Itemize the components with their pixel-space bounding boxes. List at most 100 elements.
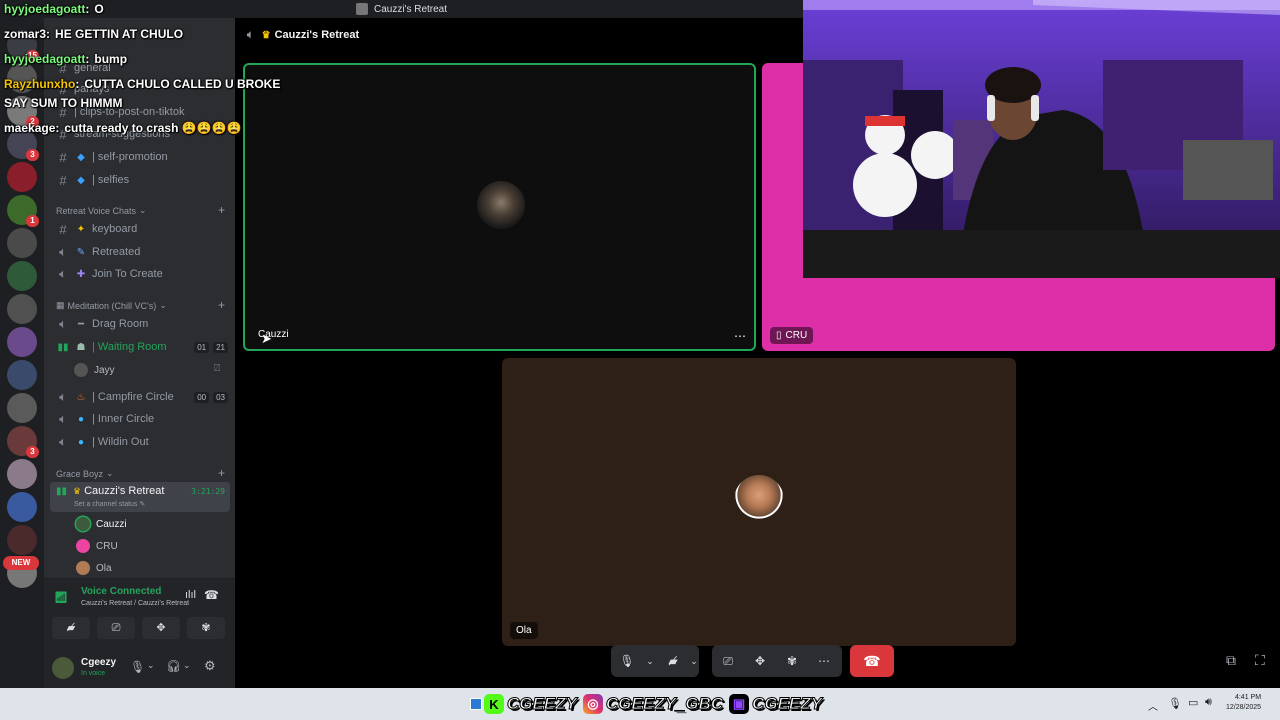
voice-member-ola[interactable]: Ola xyxy=(76,559,112,577)
server-icon[interactable] xyxy=(7,327,37,357)
server-icon[interactable] xyxy=(7,525,37,555)
audio-controls: 🎙︎ ⌄ ▰̸ ⌄ xyxy=(611,645,699,677)
camera-off-button[interactable]: ▰̸ xyxy=(52,617,90,639)
camera-off-button[interactable]: ▰̸ xyxy=(657,645,689,677)
channel-waiting-room[interactable]: ▮▮ ☗ | Waiting Room 01 21 xyxy=(56,337,228,357)
chat-text: O xyxy=(94,2,104,16)
channel-wildin-out[interactable]: 🔈︎ ● | Wildin Out xyxy=(56,432,228,452)
network-icon[interactable]: ▭ xyxy=(1188,696,1198,709)
noise-suppression-icon[interactable]: ılıl xyxy=(185,589,196,601)
speaker-icon: 🔈︎ xyxy=(59,266,67,281)
chat-message: hyyjoedagoatt: O xyxy=(4,2,104,16)
voice-member-cauzzi[interactable]: Cauzzi xyxy=(76,515,127,533)
hangup-button[interactable]: ☎ xyxy=(850,645,894,677)
user-panel: Cgeezy In voice 🎙︎ ⌄ 🎧︎ ⌄ ⚙ xyxy=(44,650,235,688)
server-icon[interactable] xyxy=(7,162,37,192)
dash-icon: ━ xyxy=(77,318,85,330)
chat-message: zomar3: HE GETTIN AT CHULO xyxy=(4,27,183,41)
channel-retreated[interactable]: 🔈︎ ✎ Retreated xyxy=(56,242,228,262)
active-voice-channel[interactable]: ▮▮ ♛ Cauzzi's Retreat 3:21:29 Set a chan… xyxy=(50,482,230,512)
participant-tile-cauzzi[interactable]: Cauzzi ⋯ ➤ xyxy=(243,63,756,351)
server-icon xyxy=(355,3,368,15)
chat-text: cutta ready to crash 😩😩😩😩 xyxy=(64,121,242,135)
channel-campfire-circle[interactable]: 🔈︎ ♨ | Campfire Circle 00 03 xyxy=(56,387,228,407)
headphones-icon[interactable]: 🎧︎ xyxy=(166,659,181,673)
channel-header: 🔈︎ ♛ Cauzzi's Retreat xyxy=(235,18,805,52)
channel-drag-room[interactable]: 🔈︎ ━ Drag Room xyxy=(56,314,228,334)
add-channel-icon[interactable]: + xyxy=(218,466,225,480)
activities-button[interactable]: ✥ xyxy=(744,645,776,677)
hash-icon: # xyxy=(59,149,67,165)
volume-icon[interactable]: 🔊︎ xyxy=(1205,696,1212,709)
microphone-icon[interactable]: 🎙︎ xyxy=(130,660,145,674)
server-icon[interactable] xyxy=(7,228,37,258)
chevron-down-icon[interactable]: ⌄ xyxy=(183,660,191,671)
channel-inner-circle[interactable]: 🔈︎ ● | Inner Circle xyxy=(56,409,228,429)
channel-title: Cauzzi's Retreat xyxy=(274,29,360,41)
category-meditation[interactable]: ▦ Meditation (Chill VC's) ⌄ xyxy=(56,300,167,311)
channel-keyboard[interactable]: # ✦ keyboard xyxy=(56,219,228,239)
category-icon: ▦ xyxy=(56,300,65,310)
speaker-icon: 🔈︎ xyxy=(59,316,67,331)
streamer-webcam xyxy=(803,0,1280,278)
clock[interactable]: 4:41 PM 12/28/2025 xyxy=(1226,693,1261,713)
soundboard-button[interactable]: ✾ xyxy=(187,617,225,639)
chat-separator: : xyxy=(85,2,90,16)
avatar[interactable] xyxy=(52,657,74,679)
voice-member-cru[interactable]: CRU xyxy=(76,537,118,555)
activities-button[interactable]: ✥ xyxy=(142,617,180,639)
mute-slash-icon: ⍁ xyxy=(214,363,220,374)
sparkle-icon: ✦ xyxy=(76,223,86,235)
server-icon[interactable]: 1 xyxy=(7,195,39,227)
chat-text: bump xyxy=(94,52,128,66)
participant-tile-ola[interactable]: Ola xyxy=(502,358,1016,646)
server-icon[interactable] xyxy=(7,459,37,489)
user-limit: 21 xyxy=(213,341,228,353)
channel-status-link[interactable]: Set a channel status ✎ xyxy=(74,500,145,508)
social-handles: K CGEEZY ◎ CGEEZY_GBC ▣ CGEEZY xyxy=(470,693,822,715)
voice-member[interactable]: Jayy xyxy=(74,361,115,379)
microphone-icon[interactable]: 🎙︎ xyxy=(1168,697,1182,710)
server-icon[interactable] xyxy=(7,360,37,390)
chevron-down-icon[interactable]: ⌄ xyxy=(689,645,699,677)
category-retreat-voice-chats[interactable]: Retreat Voice Chats ⌄ xyxy=(56,205,147,216)
soundboard-button[interactable]: ✾ xyxy=(776,645,808,677)
channel-self-promotion[interactable]: # ◆ | self-promotion xyxy=(56,147,228,167)
gear-icon[interactable]: ⚙ xyxy=(204,658,216,674)
channel-join-to-create[interactable]: 🔈︎ ✚ Join To Create xyxy=(56,264,228,284)
voice-location[interactable]: Cauzzi's Retreat / Cauzzi's Retreat xyxy=(81,600,189,607)
chevron-down-icon[interactable]: ⌄ xyxy=(643,645,657,677)
category-grace-boyz[interactable]: Grace Boyz ⌄ xyxy=(56,468,114,479)
participant-name: ▯ CRU xyxy=(770,327,814,344)
popout-icon[interactable]: ⧉ xyxy=(1226,652,1236,669)
window-title: Cauzzi's Retreat xyxy=(373,3,448,15)
more-options-icon[interactable]: ⋯ xyxy=(734,329,746,343)
activity-controls: ⎚ ✥ ✾ ⋯ xyxy=(712,645,842,677)
sound-active-icon: ▮▮ xyxy=(57,341,69,353)
server-icon[interactable] xyxy=(7,492,37,522)
plus-icon: ✚ xyxy=(76,268,86,280)
more-options-button[interactable]: ⋯ xyxy=(808,645,840,677)
disconnect-icon[interactable]: ☎ xyxy=(204,588,219,602)
server-icon[interactable] xyxy=(7,261,37,291)
add-channel-icon[interactable]: + xyxy=(218,298,225,312)
add-channel-icon[interactable]: + xyxy=(218,203,225,217)
tray-chevron-icon[interactable]: ︿ xyxy=(1148,698,1158,713)
server-icon[interactable] xyxy=(7,393,37,423)
screen-share-button[interactable]: ⎚ xyxy=(97,617,135,639)
notification-badge: 3 xyxy=(26,446,39,458)
server-icon[interactable]: 3 xyxy=(7,426,39,458)
fullscreen-icon[interactable]: ⛶ xyxy=(1255,652,1265,669)
server-icon[interactable] xyxy=(7,294,37,324)
chat-username: zomar3 xyxy=(4,27,47,41)
screen-share-button[interactable]: ⎚ xyxy=(712,645,744,677)
pencil-icon: ✎ xyxy=(139,501,146,508)
avatar xyxy=(734,475,784,525)
chat-message: SAY SUM TO HIMMM xyxy=(4,96,122,110)
notification-badge: 1 xyxy=(26,215,39,227)
mouse-cursor-icon: ➤ xyxy=(261,331,272,346)
chevron-down-icon[interactable]: ⌄ xyxy=(147,660,155,671)
channel-selfies[interactable]: # ◆ | selfies xyxy=(56,170,228,190)
microphone-button[interactable]: 🎙︎ xyxy=(611,645,643,677)
user-count: 01 xyxy=(194,341,210,353)
